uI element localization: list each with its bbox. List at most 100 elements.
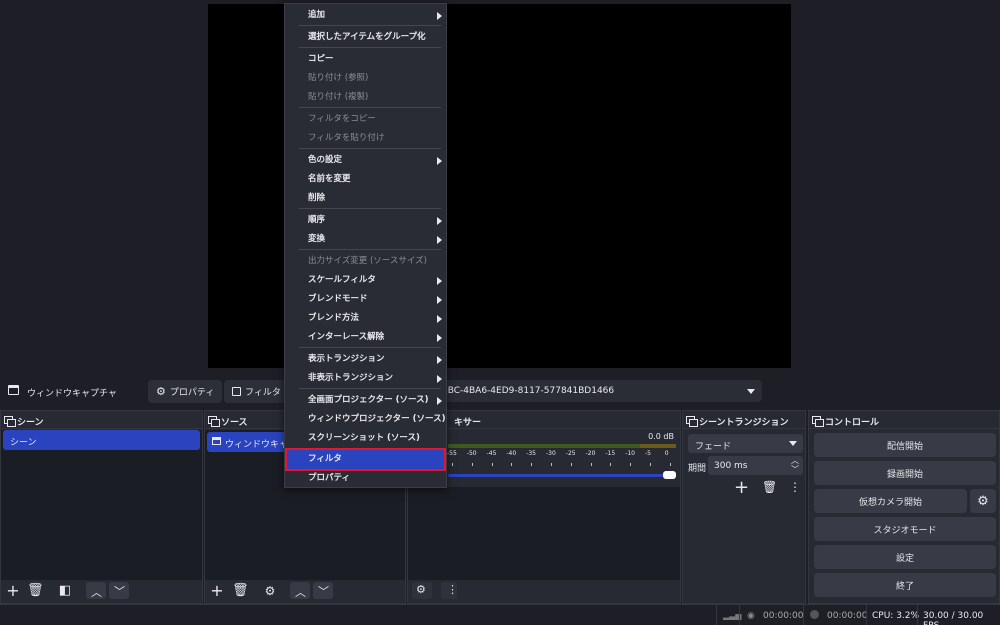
menu-item-label: フィルタをコピー (308, 114, 376, 124)
meter-tick (610, 463, 612, 466)
menu-item-label: 名前を変更 (308, 174, 351, 184)
more-vertical-icon: ⋮ (447, 583, 458, 596)
start-streaming-button[interactable]: 配信開始 (814, 433, 996, 457)
mixer-menu-button[interactable]: ⋮ (441, 582, 458, 599)
scenes-list: シーン (1, 430, 202, 580)
mixer-settings-button[interactable]: ⚙ (412, 582, 432, 599)
menu-item-0[interactable]: 追加 (285, 6, 446, 25)
dock-icon (208, 416, 220, 427)
transitions-dock-title: シーントランジション (683, 411, 805, 429)
meter-tick-label: -30 (546, 450, 556, 457)
menu-separator (299, 249, 441, 250)
volume-slider-handle[interactable] (663, 471, 676, 479)
scene-item[interactable]: シーン (3, 430, 200, 450)
menu-item-label: フィルタを貼り付け (308, 133, 385, 143)
menu-item-label: 貼り付け (参照) (308, 73, 369, 83)
chevron-down-icon: ﹀ (318, 585, 329, 598)
trash-icon[interactable]: 🗑 (27, 584, 44, 598)
menu-item-6: フィルタを貼り付け (285, 129, 446, 148)
meter-tick-label: -45 (486, 450, 497, 457)
menu-item-label: 出力サイズ変更 (ソースサイズ) (308, 256, 427, 266)
menu-item-label: プロパティ (308, 473, 350, 483)
window-icon (212, 437, 221, 445)
more-vertical-icon[interactable]: ⋮ (789, 480, 801, 494)
menu-item-19[interactable]: 全画面プロジェクター (ソース) (285, 391, 446, 410)
menu-item-2[interactable]: コピー (285, 50, 446, 69)
stream-icon: ◉ (747, 611, 755, 621)
start-virtual-camera-button[interactable]: 仮想カメラ開始 (814, 489, 967, 513)
gear-icon[interactable]: ⚙ (262, 584, 278, 598)
meter-tick (491, 463, 493, 466)
meter-tick (551, 463, 552, 466)
window-icon (8, 385, 19, 395)
properties-button[interactable]: ⚙ プロパティ (148, 380, 223, 403)
move-up-button[interactable]: ︿ (86, 582, 106, 599)
virtual-camera-settings-button[interactable]: ⚙ (970, 489, 996, 513)
menu-item-10[interactable]: 順序 (285, 211, 446, 230)
menu-item-14[interactable]: ブレンドモード (285, 290, 446, 309)
scene-transitions-dock: シーントランジション フェード 期間 300 ms ︿ ﹀ + 🗑 ⋮ (682, 410, 806, 604)
menu-item-16[interactable]: インターレース解除 (285, 328, 446, 347)
menu-item-13[interactable]: スケールフィルタ (285, 271, 446, 290)
add-icon[interactable]: + (5, 583, 21, 599)
chevron-right-icon (437, 356, 442, 364)
mixer-title-text: キサー (454, 418, 482, 428)
meter-tick-label: -10 (625, 450, 635, 457)
sources-toolbar: + 🗑 ⚙ ︿ ﹀ (205, 579, 405, 603)
menu-separator (299, 25, 441, 26)
menu-item-label: 追加 (308, 10, 326, 20)
menu-item-1[interactable]: 選択したアイテムをグループ化 (285, 28, 446, 47)
menu-item-18[interactable]: 非表示トランジション (285, 369, 446, 388)
menu-item-21[interactable]: スクリーンショット (ソース) (285, 429, 446, 448)
meter-tick-label: -20 (585, 450, 596, 457)
menu-item-9[interactable]: 削除 (285, 189, 446, 208)
move-up-button[interactable]: ︿ (290, 582, 310, 599)
menu-item-11[interactable]: 変換 (285, 230, 446, 249)
menu-item-23[interactable]: プロパティ (285, 469, 446, 488)
divider (917, 605, 918, 625)
divider (866, 605, 867, 625)
trash-icon[interactable]: 🗑 (232, 584, 249, 598)
volume-slider-track[interactable] (448, 474, 676, 477)
transition-select[interactable]: フェード (688, 434, 803, 453)
trash-icon[interactable]: 🗑 (762, 480, 777, 494)
menu-item-22[interactable]: フィルタ (285, 448, 446, 471)
menu-item-15[interactable]: ブレンド方法 (285, 309, 446, 328)
menu-item-20[interactable]: ウィンドウプロジェクター (ソース) (285, 410, 446, 429)
dock-icon (4, 416, 16, 427)
meter-tick (471, 463, 473, 466)
menu-item-17[interactable]: 表示トランジション (285, 350, 446, 369)
window-select-value: 2BC-4BA6-4ED9-8117-577841BD1466 (442, 386, 615, 396)
menu-item-7[interactable]: 色の設定 (285, 151, 446, 170)
duration-input[interactable]: 300 ms ︿ ﹀ (708, 456, 803, 475)
studio-mode-button[interactable]: スタジオモード (814, 517, 996, 541)
exit-button[interactable]: 終了 (814, 573, 996, 597)
meter-green (448, 444, 640, 448)
add-icon[interactable]: + (209, 583, 225, 599)
menu-item-label: スクリーンショット (ソース) (308, 433, 420, 443)
menu-item-label: 順序 (308, 215, 326, 225)
chevron-right-icon (437, 157, 442, 165)
meter-tick-label: -40 (506, 450, 517, 457)
chevron-up-icon: ︿ (91, 586, 102, 599)
meter-tick-label: 0 (664, 450, 669, 457)
audio-mixer-dock: キサー 0.0 dB -55 -50 -45 -40 -35 -30 -25 -20 -15 -1… (407, 410, 681, 604)
move-down-button[interactable]: ﹀ (109, 582, 129, 599)
move-down-button[interactable]: ﹀ (313, 582, 333, 599)
menu-separator (299, 148, 441, 149)
menu-item-label: コピー (308, 54, 334, 64)
add-icon[interactable]: + (734, 477, 749, 498)
menu-item-5: フィルタをコピー (285, 110, 446, 129)
filter-icon[interactable]: ◧ (57, 584, 73, 598)
window-select[interactable]: 2BC-4BA6-4ED9-8117-577841BD1466 (420, 380, 762, 402)
record-time: 00:00:00 (827, 611, 868, 621)
menu-item-label: インターレース解除 (308, 332, 385, 342)
start-recording-button[interactable]: 録画開始 (814, 461, 996, 485)
duration-value: 300 ms (714, 461, 748, 471)
stepper-icon[interactable]: ︿ ﹀ (791, 456, 799, 474)
gear-icon: ⚙ (156, 385, 166, 398)
menu-item-8[interactable]: 名前を変更 (285, 170, 446, 189)
filter-icon (232, 387, 241, 396)
menu-item-label: 非表示トランジション (308, 373, 394, 383)
settings-button[interactable]: 設定 (814, 545, 996, 569)
